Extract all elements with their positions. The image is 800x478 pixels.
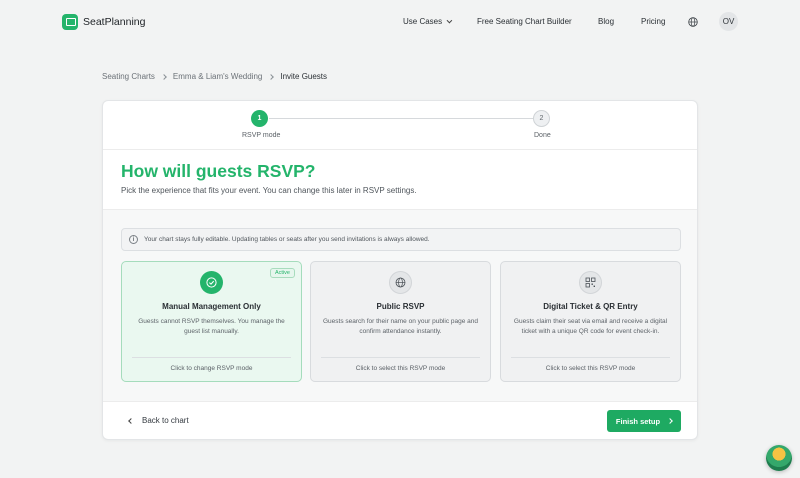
option-title: Manual Management Only xyxy=(162,302,261,311)
step-1-label: RSVP mode xyxy=(242,132,281,139)
chevron-right-icon xyxy=(268,73,275,80)
option-description: Guests search for their name on your pub… xyxy=(322,318,478,335)
active-badge: Active xyxy=(270,268,295,278)
step-1-indicator: 1 xyxy=(251,110,268,127)
chevron-right-icon xyxy=(667,418,673,424)
chevron-right-icon xyxy=(161,73,167,80)
breadcrumb-seating-charts[interactable]: Seating Charts xyxy=(102,72,155,81)
option-public-rsvp[interactable]: Public RSVP Guests search for their name… xyxy=(310,261,491,382)
back-label: Back to chart xyxy=(142,416,189,425)
option-description: Guests claim their seat via email and re… xyxy=(513,318,668,335)
chevron-left-icon xyxy=(128,417,134,424)
page-title: How will guests RSVP? xyxy=(121,161,316,181)
stepper: 1 RSVP mode 2 Done xyxy=(103,101,697,150)
option-divider xyxy=(321,357,480,358)
step-2-indicator: 2 xyxy=(533,110,550,127)
language-globe-icon[interactable] xyxy=(688,17,698,27)
chat-widget-button[interactable] xyxy=(766,445,792,471)
nav-use-cases[interactable]: Use Cases xyxy=(403,17,453,26)
breadcrumb-event[interactable]: Emma & Liam's Wedding xyxy=(173,72,262,81)
back-to-chart-button[interactable]: Back to chart xyxy=(128,416,189,425)
top-navigation: SeatPlanning Use Cases Free Seating Char… xyxy=(0,0,800,44)
user-avatar[interactable]: OV xyxy=(719,12,738,31)
option-divider xyxy=(511,357,670,358)
option-action: Click to select this RSVP mode xyxy=(355,365,446,372)
option-digital-ticket[interactable]: Digital Ticket & QR Entry Guests claim t… xyxy=(500,261,681,382)
option-title: Public RSVP xyxy=(376,302,425,311)
info-notice: i Your chart stays fully editable. Updat… xyxy=(121,228,681,251)
check-circle-icon xyxy=(200,271,223,294)
finish-setup-button[interactable]: Finish setup xyxy=(607,410,681,432)
card-header: How will guests RSVP? Pick the experienc… xyxy=(103,150,697,210)
nav-blog[interactable]: Blog xyxy=(598,17,614,26)
brand-link[interactable]: SeatPlanning xyxy=(62,14,145,30)
seat-logo-icon xyxy=(62,14,78,30)
globe-icon xyxy=(389,271,412,294)
breadcrumb-current: Invite Guests xyxy=(280,72,328,81)
rsvp-options-section: i Your chart stays fully editable. Updat… xyxy=(103,210,697,402)
info-icon: i xyxy=(129,235,138,244)
nav-pricing[interactable]: Pricing xyxy=(641,17,665,26)
option-action: Click to select this RSVP mode xyxy=(545,365,636,372)
rsvp-setup-card: 1 RSVP mode 2 Done How will guests RSVP?… xyxy=(102,100,698,440)
breadcrumb: Seating Charts Emma & Liam's Wedding Inv… xyxy=(102,72,327,81)
nav-free-builder[interactable]: Free Seating Chart Builder xyxy=(477,17,572,26)
option-action: Click to change RSVP mode xyxy=(170,365,253,372)
option-title: Digital Ticket & QR Entry xyxy=(543,302,638,311)
nav-use-cases-label: Use Cases xyxy=(403,17,443,26)
step-connector xyxy=(269,118,533,119)
brand-name: SeatPlanning xyxy=(83,16,146,28)
option-description: Guests cannot RSVP themselves. You manag… xyxy=(138,318,285,335)
option-divider xyxy=(132,357,291,358)
option-manual-management[interactable]: Active Manual Management Only Guests can… xyxy=(121,261,302,382)
page-subtitle: Pick the experience that fits your event… xyxy=(121,186,417,195)
finish-label: Finish setup xyxy=(615,416,661,426)
chevron-down-icon xyxy=(446,17,453,24)
card-footer: Back to chart Finish setup xyxy=(103,402,697,439)
notice-text: Your chart stays fully editable. Updatin… xyxy=(144,236,430,243)
qr-code-icon xyxy=(579,271,602,294)
step-2-label: Done xyxy=(534,132,551,139)
